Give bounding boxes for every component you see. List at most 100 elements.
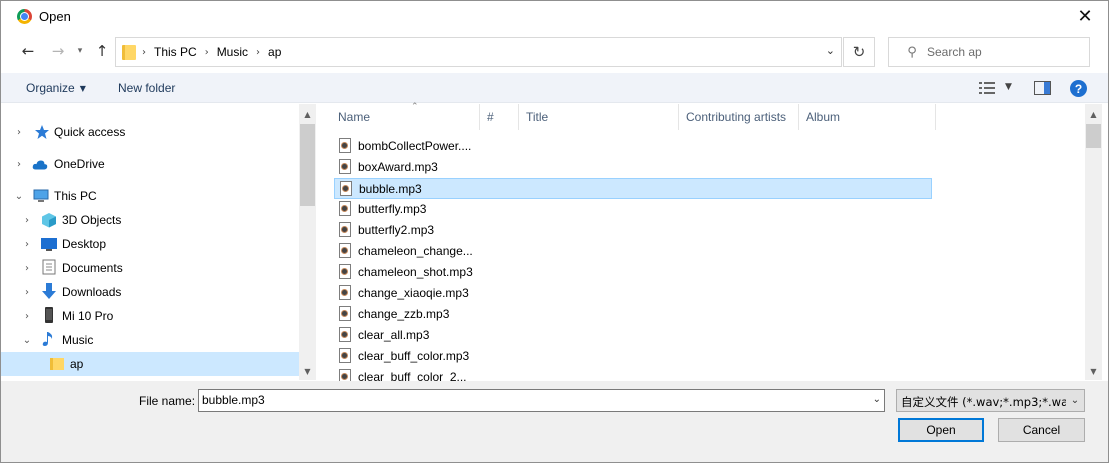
tree-item-label: Music [62, 333, 94, 347]
file-name: boxAward.mp3 [358, 160, 438, 174]
collapse-icon[interactable]: ⌄ [14, 191, 24, 202]
star-icon [35, 125, 49, 139]
download-icon [42, 283, 56, 299]
scroll-thumb[interactable] [1086, 124, 1101, 148]
expand-icon[interactable]: › [14, 127, 24, 138]
breadcrumb-ap[interactable]: ap [268, 45, 281, 59]
chevron-down-icon: ▾ [77, 46, 83, 56]
address-dropdown-icon[interactable]: ⌄ [826, 44, 835, 57]
expand-icon[interactable]: › [22, 263, 32, 274]
tree-item-ap[interactable]: ap [1, 352, 299, 376]
address-bar[interactable]: › This PC › Music › ap ⌄ [115, 37, 842, 67]
file-name-combobox[interactable]: ⌄ [198, 389, 885, 412]
expand-icon[interactable]: › [22, 215, 32, 226]
column-label: Title [526, 110, 549, 124]
file-row[interactable]: chameleon_change... [334, 241, 932, 262]
audio-file-icon [339, 159, 351, 174]
file-name-input[interactable] [202, 393, 852, 407]
view-dropdown-icon[interactable]: ▼ [1005, 82, 1012, 92]
close-button[interactable]: ✕ [1062, 1, 1108, 32]
audio-file-icon [339, 138, 351, 153]
dialog-footer: File name: ⌄ 自定义文件 (*.wav;*.mp3;*.wav ⌄ … [1, 381, 1108, 462]
file-row[interactable]: clear_all.mp3 [334, 325, 932, 346]
tree-item-onedrive[interactable]: › OneDrive [1, 152, 299, 176]
file-row[interactable]: change_zzb.mp3 [334, 304, 932, 325]
expand-icon[interactable]: › [14, 159, 24, 170]
audio-file-icon [339, 306, 351, 321]
chevron-down-icon: ⌄ [1066, 390, 1084, 411]
help-icon[interactable]: ? [1070, 80, 1087, 97]
tree-item-label: This PC [54, 189, 97, 203]
back-button[interactable]: ← [17, 39, 39, 63]
scroll-up-icon[interactable]: ▲ [299, 106, 316, 123]
chevron-down-icon[interactable]: ⌄ [873, 394, 881, 405]
view-options-icon[interactable] [979, 81, 995, 95]
audio-file-icon [339, 264, 351, 279]
file-list: ⌃ Name # Title Contributing artists Albu… [319, 102, 1108, 384]
column-header-name[interactable]: ⌃ Name [331, 102, 480, 130]
file-row[interactable]: butterfly2.mp3 [334, 220, 932, 241]
file-row[interactable]: bombCollectPower.... [334, 136, 932, 157]
tree-item-desktop[interactable]: › Desktop [1, 232, 299, 256]
breadcrumb-this-pc[interactable]: This PC [154, 45, 197, 59]
breadcrumb-separator[interactable]: › [203, 47, 211, 58]
cube-icon [42, 213, 56, 228]
file-row[interactable]: chameleon_shot.mp3 [334, 262, 932, 283]
expand-icon[interactable]: › [22, 239, 32, 250]
tree-item-label: Documents [62, 261, 123, 275]
recent-locations-button[interactable]: ▾ [73, 39, 87, 63]
search-input[interactable] [927, 45, 1077, 59]
navigation-scrollbar[interactable]: ▲ ▼ [299, 104, 316, 380]
scroll-down-icon[interactable]: ▼ [1085, 363, 1102, 380]
dialog-title: Open [39, 9, 71, 24]
search-box[interactable]: ⚲ [888, 37, 1090, 67]
tree-item-documents[interactable]: › Documents [1, 256, 299, 280]
breadcrumb-separator[interactable]: › [140, 47, 148, 58]
file-row[interactable]: butterfly.mp3 [334, 199, 932, 220]
breadcrumb-separator[interactable]: › [254, 47, 262, 58]
organize-menu[interactable]: Organize ▼ [26, 81, 86, 95]
tree-item-label: OneDrive [54, 157, 105, 171]
cloud-icon [32, 160, 48, 170]
tree-item-downloads[interactable]: › Downloads [1, 280, 299, 304]
tree-item-this-pc[interactable]: ⌄ This PC [1, 184, 299, 208]
tree-item-mi-10-pro[interactable]: › Mi 10 Pro [1, 304, 299, 328]
collapse-icon[interactable]: ⌄ [22, 335, 32, 346]
file-name: butterfly.mp3 [358, 202, 427, 216]
file-name: change_zzb.mp3 [358, 307, 450, 321]
column-header-number[interactable]: # [480, 104, 519, 130]
scroll-thumb[interactable] [300, 124, 315, 206]
column-header-title[interactable]: Title [519, 104, 679, 130]
scroll-up-icon[interactable]: ▲ [1085, 106, 1102, 123]
file-type-filter[interactable]: 自定义文件 (*.wav;*.mp3;*.wav ⌄ [896, 389, 1085, 412]
file-row[interactable]: change_xiaoqie.mp3 [334, 283, 932, 304]
file-row-selected[interactable]: bubble.mp3 [334, 178, 932, 199]
column-header-contributing-artists[interactable]: Contributing artists [679, 104, 799, 130]
expand-icon[interactable]: › [22, 311, 32, 322]
file-row[interactable]: clear_buff_color.mp3 [334, 346, 932, 367]
file-list-scrollbar[interactable]: ▲ ▼ [1085, 104, 1102, 380]
refresh-button[interactable]: ↻ [843, 37, 875, 67]
preview-pane-icon[interactable] [1034, 81, 1051, 95]
column-header-album[interactable]: Album [799, 104, 936, 130]
breadcrumb-music[interactable]: Music [217, 45, 248, 59]
column-label: Name [338, 110, 371, 124]
file-row[interactable]: boxAward.mp3 [334, 157, 932, 178]
caret-down-icon: ▼ [79, 84, 86, 93]
column-label: Contributing artists [686, 110, 787, 124]
tree-item-label: 3D Objects [62, 213, 122, 227]
forward-button[interactable]: → [47, 39, 69, 63]
expand-icon[interactable]: › [22, 287, 32, 298]
open-button[interactable]: Open [898, 418, 984, 442]
scroll-down-icon[interactable]: ▼ [299, 363, 316, 380]
tree-item-3d-objects[interactable]: › 3D Objects [1, 208, 299, 232]
audio-file-icon [339, 348, 351, 363]
tree-item-label: Desktop [62, 237, 107, 251]
tree-item-music[interactable]: ⌄ Music [1, 328, 299, 352]
new-folder-button[interactable]: New folder [118, 81, 175, 95]
forward-arrow-icon: → [51, 42, 65, 60]
up-button[interactable]: ↑ [91, 39, 113, 63]
tree-item-quick-access[interactable]: › Quick access [1, 120, 299, 144]
organize-label: Organize [26, 81, 75, 95]
cancel-button[interactable]: Cancel [998, 418, 1085, 442]
